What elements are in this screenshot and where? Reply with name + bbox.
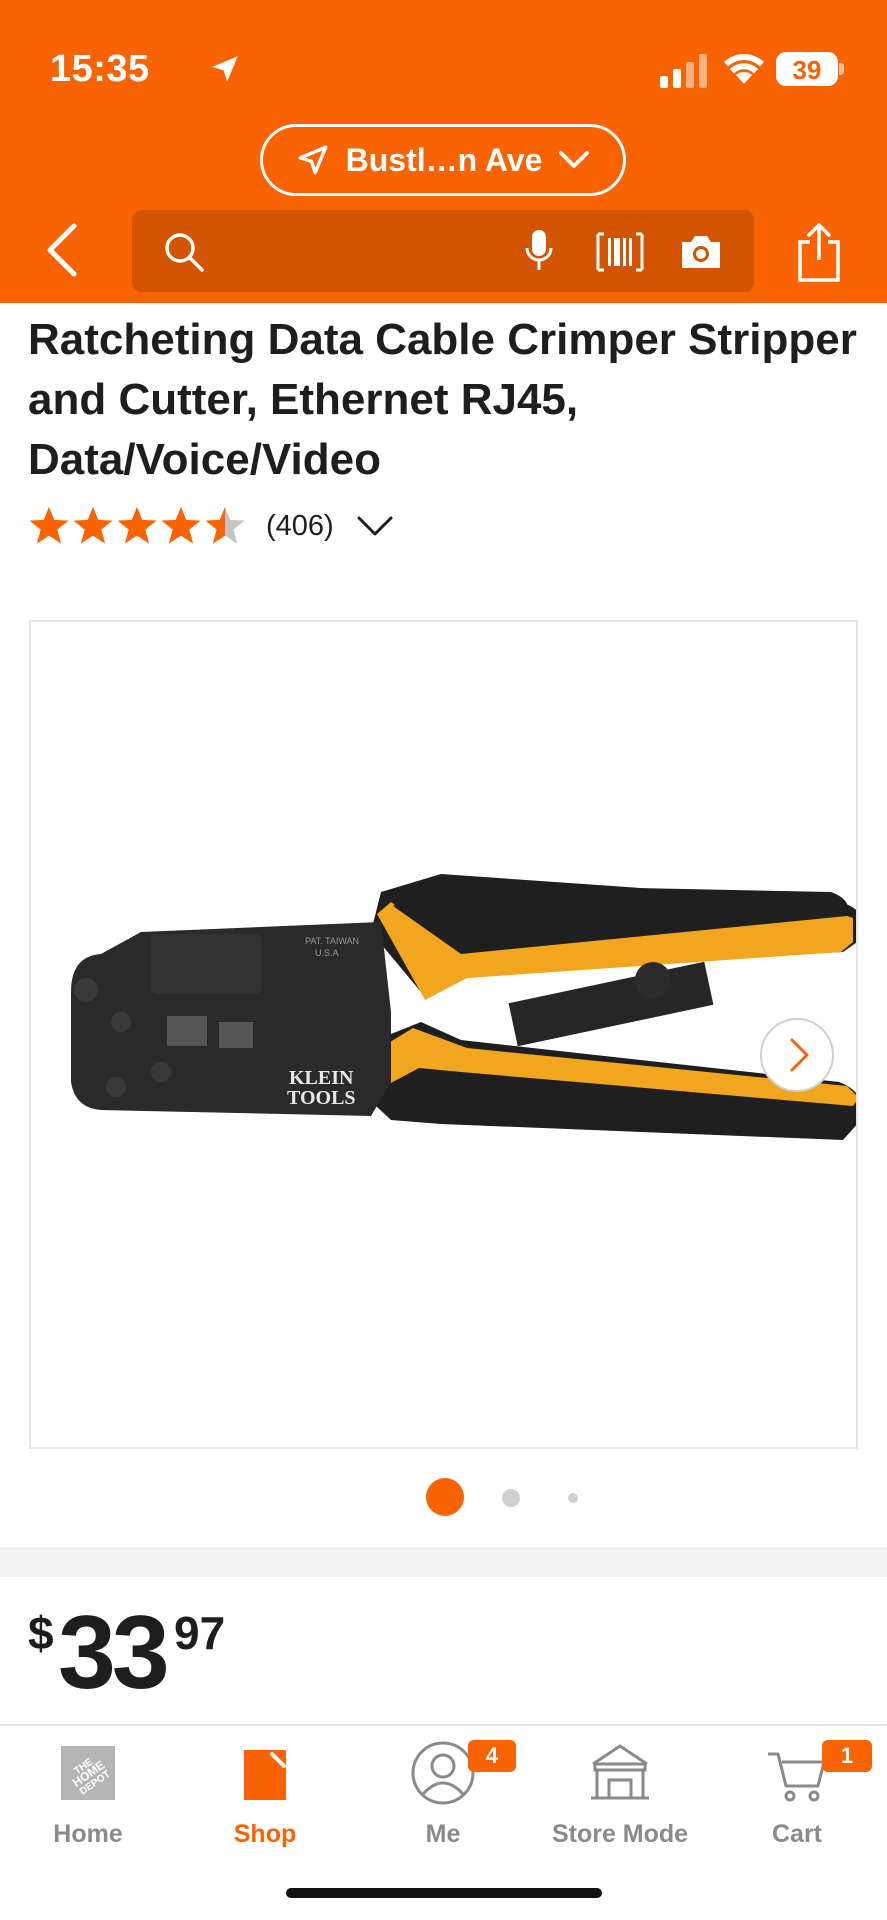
- star-half-icon: [205, 506, 245, 544]
- next-image-button[interactable]: [760, 1018, 834, 1092]
- svg-text:PAT. TAIWAN: PAT. TAIWAN: [305, 936, 359, 946]
- tab-me-label: Me: [425, 1820, 461, 1848]
- store-location-selector[interactable]: Bustl…n Ave: [260, 124, 626, 196]
- product-rating[interactable]: (406): [28, 504, 394, 548]
- star-full-icon: [161, 506, 201, 544]
- shop-bag-icon: [244, 1750, 286, 1800]
- cart-count-badge: 1: [822, 1740, 872, 1772]
- tab-cart-label: Cart: [771, 1820, 822, 1848]
- store-icon: [591, 1744, 649, 1800]
- tab-shop[interactable]: Shop: [185, 1740, 345, 1860]
- star-full-icon: [29, 506, 69, 544]
- tab-home[interactable]: THE HOME DEPOT Home: [8, 1740, 168, 1860]
- tab-store-mode-label: Store Mode: [551, 1820, 689, 1848]
- product-image-carousel[interactable]: KLEIN TOOLS PAT. TAIWAN U.S.A: [29, 620, 858, 1449]
- microphone-icon[interactable]: [524, 228, 554, 274]
- star-full-icon: [117, 506, 157, 544]
- cart-icon: [768, 1752, 826, 1802]
- status-time: 15:35: [50, 48, 150, 90]
- wifi-icon: [724, 54, 764, 84]
- star-full-icon: [73, 506, 113, 544]
- location-arrow-icon: [212, 56, 238, 82]
- pagination-dot[interactable]: [568, 1493, 578, 1503]
- battery-level: 39: [792, 55, 822, 85]
- price-currency: $: [28, 1607, 54, 1659]
- svg-text:KLEIN: KLEIN: [289, 1067, 354, 1089]
- section-divider: [0, 1547, 887, 1577]
- price-cents: 97: [174, 1607, 226, 1659]
- cellular-signal-icon: [660, 54, 707, 88]
- search-icon: [165, 233, 204, 272]
- camera-icon[interactable]: [678, 232, 724, 272]
- location-arrow-icon: [298, 145, 328, 175]
- price-dollars: 33: [58, 1595, 170, 1711]
- tab-home-label: Home: [53, 1820, 123, 1848]
- app-header: 15:35 39 Bustl…n Ave: [0, 0, 887, 303]
- product-image: KLEIN TOOLS PAT. TAIWAN U.S.A: [71, 874, 856, 1140]
- me-notification-badge: 4: [468, 1740, 516, 1772]
- chevron-down-icon: [559, 151, 590, 168]
- product-title: Ratcheting Data Cable Crimper Stripper a…: [28, 315, 857, 484]
- svg-text:TOOLS: TOOLS: [287, 1087, 356, 1109]
- share-icon[interactable]: [794, 220, 844, 284]
- pagination-dot-active[interactable]: [426, 1478, 464, 1516]
- store-location-label: Bustl…n Ave: [345, 141, 543, 178]
- pagination-dot[interactable]: [502, 1489, 520, 1507]
- tab-shop-label: Shop: [233, 1820, 297, 1848]
- battery-icon: 39: [776, 52, 844, 86]
- home-depot-logo-icon: THE HOME DEPOT: [61, 1746, 115, 1800]
- review-count: (406): [266, 509, 334, 542]
- barcode-icon[interactable]: [596, 232, 644, 272]
- carousel-pagination: [0, 1476, 887, 1516]
- status-bar: 15:35 39: [0, 0, 887, 120]
- chevron-down-icon[interactable]: [356, 514, 394, 538]
- user-icon: [411, 1741, 475, 1805]
- back-arrow-icon[interactable]: [40, 220, 84, 280]
- tab-store-mode[interactable]: Store Mode: [540, 1740, 700, 1860]
- home-indicator: [286, 1888, 602, 1898]
- star-rating: [28, 506, 246, 546]
- svg-text:U.S.A: U.S.A: [315, 948, 339, 958]
- chevron-right-icon: [790, 1038, 809, 1072]
- search-input[interactable]: [132, 210, 754, 292]
